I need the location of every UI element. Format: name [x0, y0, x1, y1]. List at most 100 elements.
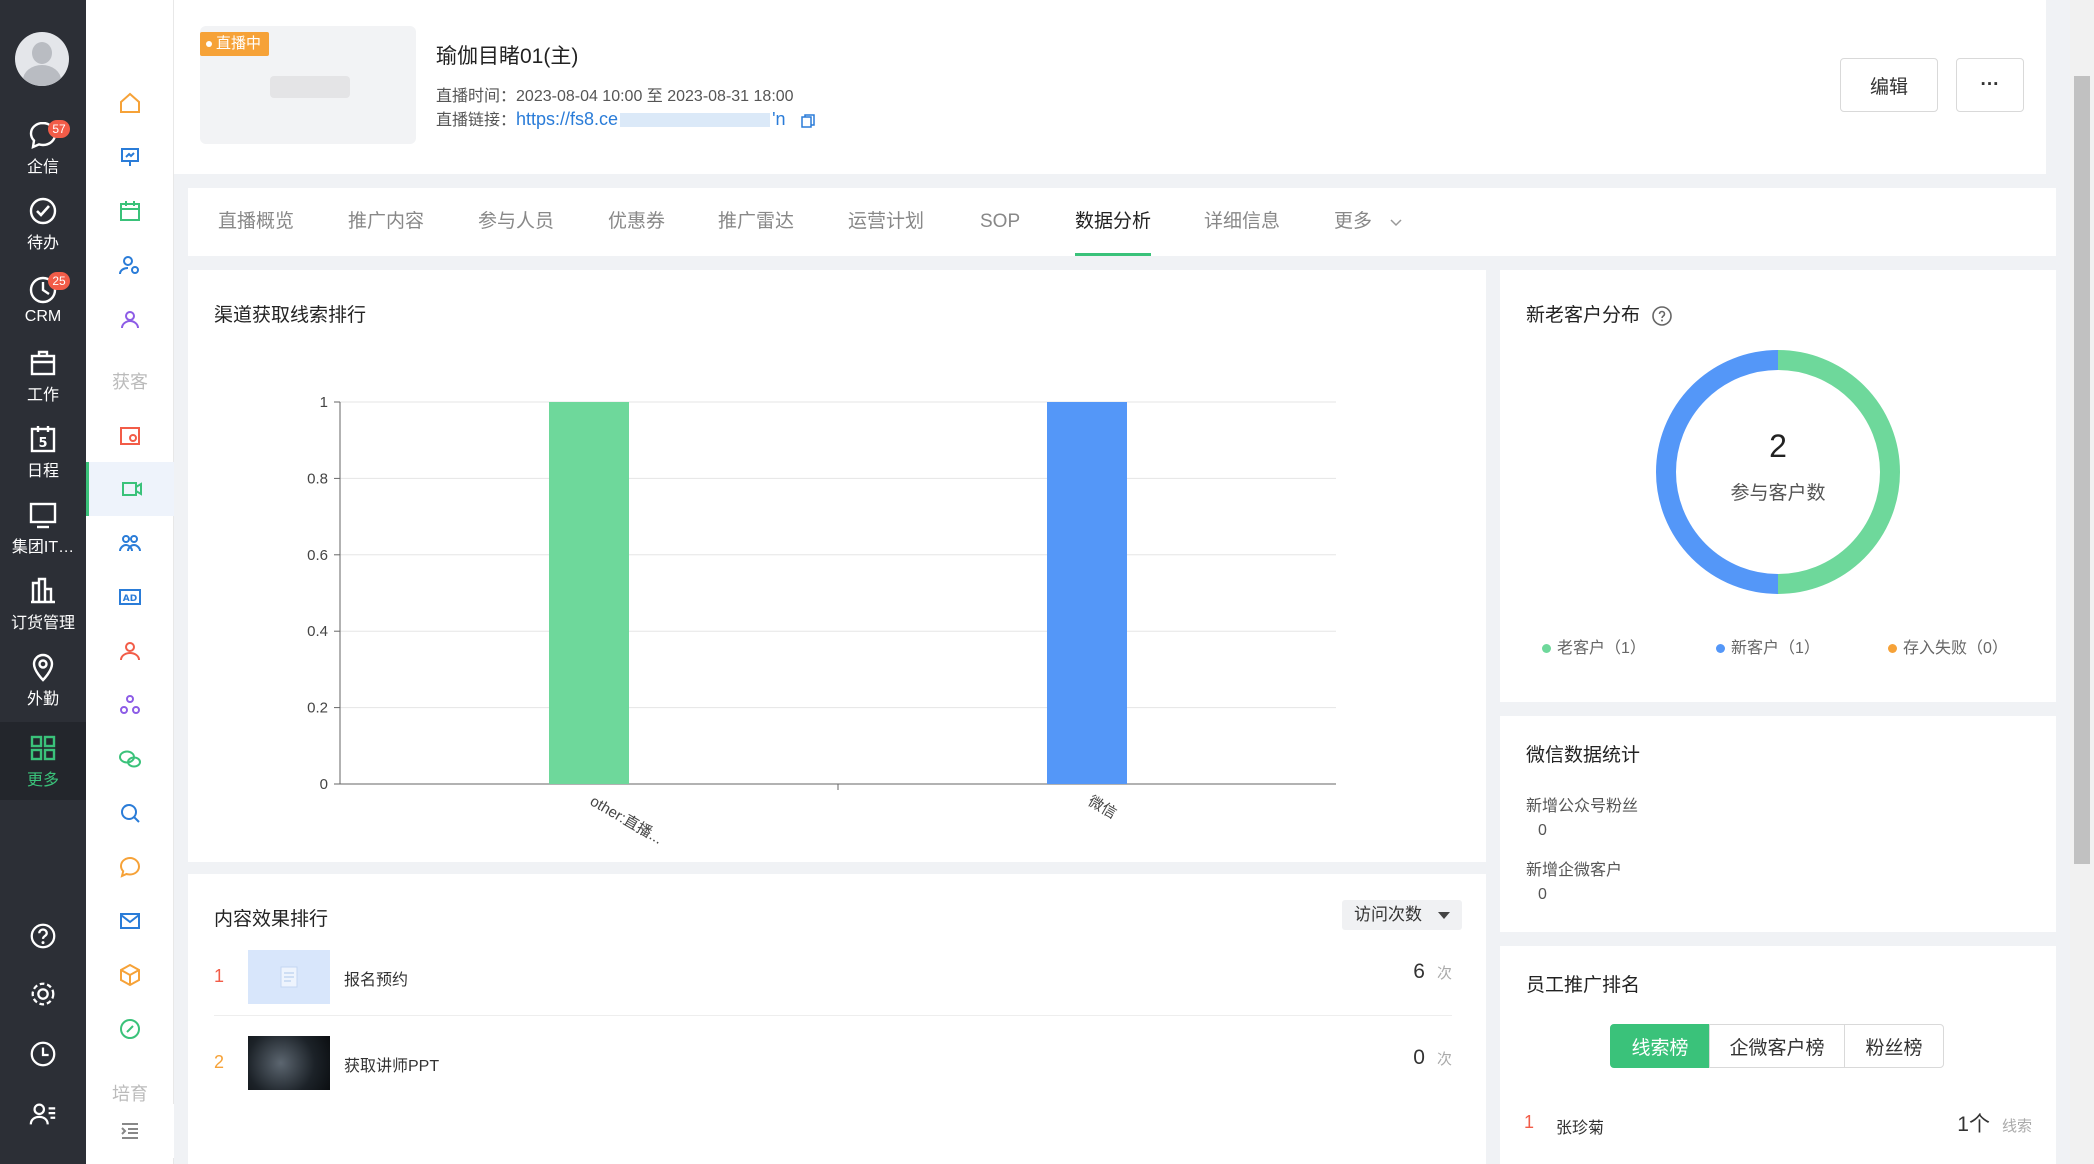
subnav-team[interactable] [86, 516, 174, 570]
staff-ranking-card: 员工推广排名 线索榜 企微客户榜 粉丝榜 1 张珍菊 1个 线索 [1500, 946, 2056, 1164]
y-tick-label: 0.8 [307, 470, 328, 487]
table-row[interactable]: 2 获取讲师PPT 0次 [214, 1022, 1452, 1096]
subnav-contacts[interactable] [86, 624, 174, 678]
check-circle-icon [29, 197, 57, 225]
tab-more[interactable]: 更多 [1334, 188, 1403, 256]
team-icon [119, 535, 141, 552]
tab-promo-content[interactable]: 推广内容 [348, 188, 424, 256]
contacts-button[interactable] [0, 1086, 86, 1142]
tab-ops-plan[interactable]: 运营计划 [848, 188, 924, 256]
channel-bar-chart: 0 0.2 0.4 0.6 0.8 1 other:直播... 微信 [307, 394, 1336, 848]
subnav-board[interactable] [86, 130, 174, 184]
stat-value: 0 [1538, 886, 1547, 903]
nav-item-field[interactable]: 外勤 [0, 644, 86, 716]
document-icon [280, 966, 298, 988]
seg-wecom-customers[interactable]: 企微客户榜 [1709, 1024, 1845, 1068]
more-actions-button[interactable]: ··· [1956, 58, 2024, 112]
home-icon [120, 92, 140, 113]
legend-new-customer[interactable]: 新客户（1） [1716, 634, 1820, 658]
legend-failed[interactable]: 存入失败（0） [1888, 634, 2008, 658]
main-nav: 企信 57 待办 CRM 25 工作 5 日程 集团IT… 订货管理 外勤 更多 [0, 0, 86, 1164]
live-time: 直播时间：2023-08-04 10:00 至 2023-08-31 18:00 [436, 88, 794, 105]
subnav-network[interactable] [86, 678, 174, 732]
briefcase-icon [30, 350, 56, 376]
subnav-collapse[interactable] [86, 1104, 174, 1158]
cube-icon [120, 963, 140, 987]
help-button[interactable] [0, 908, 86, 964]
nav-item-more[interactable]: 更多 [0, 722, 86, 800]
card-title: 员工推广排名 [1526, 975, 1641, 996]
nav-item-crm[interactable]: CRM 25 [0, 264, 86, 336]
collapse-menu-icon [121, 1123, 138, 1139]
tab-promo-radar[interactable]: 推广雷达 [718, 188, 794, 256]
bar [549, 402, 629, 784]
tab-coupons[interactable]: 优惠券 [608, 188, 665, 256]
calendar-icon [120, 201, 140, 221]
wechat-icon [119, 750, 141, 768]
nav-badge: 57 [48, 120, 70, 138]
scrollbar-thumb[interactable] [2074, 76, 2090, 864]
tab-details[interactable]: 详细信息 [1204, 188, 1280, 256]
subnav-section-label-2: 培育 [112, 1084, 148, 1104]
ad-icon: AD [119, 589, 141, 605]
clock-icon [30, 1041, 56, 1067]
history-button[interactable] [0, 1026, 86, 1082]
subnav-comment[interactable] [86, 840, 174, 894]
nav-item-orders[interactable]: 订货管理 [0, 568, 86, 640]
tab-sop[interactable]: SOP [980, 188, 1020, 256]
wechat-stats-card: 微信数据统计 新增公众号粉丝 0 新增企微客户 0 [1500, 716, 2056, 932]
nav-item-work[interactable]: 工作 [0, 340, 86, 412]
table-row[interactable]: 1 报名预约 6次 [214, 942, 1452, 1016]
subnav-calendar[interactable] [86, 184, 174, 238]
subnav-ad[interactable]: AD [86, 570, 174, 624]
gear-icon [31, 982, 55, 1006]
nav-item-todo[interactable]: 待办 [0, 188, 86, 260]
live-title: 瑜伽目睹01(主) [436, 45, 579, 68]
y-tick-label: 0.4 [307, 623, 328, 640]
mail-icon [120, 913, 140, 929]
subnav-user-add[interactable] [86, 238, 174, 292]
subnav-group[interactable] [86, 292, 174, 346]
edit-button[interactable]: 编辑 [1840, 58, 1938, 112]
user-list-icon [29, 1103, 56, 1125]
subnav-home[interactable] [86, 76, 174, 130]
settings-button[interactable] [0, 966, 86, 1022]
subnav-link[interactable] [86, 1002, 174, 1056]
avatar[interactable] [15, 32, 69, 86]
donut-slice[interactable] [1656, 350, 1779, 594]
x-tick-label: 微信 [1085, 793, 1119, 823]
sort-select[interactable]: 访问次数 [1342, 900, 1462, 930]
legend-old-customer[interactable]: 老客户（1） [1542, 634, 1646, 658]
copy-icon[interactable] [800, 113, 816, 129]
stat-value: 0 [1538, 822, 1547, 839]
subnav-search-chat[interactable] [86, 786, 174, 840]
nav-item-group-it[interactable]: 集团IT… [0, 492, 86, 564]
video-icon [121, 482, 142, 496]
customer-distribution-card: 新老客户分布 2 参与客户数 老客户（1） 新客户（1） 存入失败（0） [1500, 270, 2056, 702]
stat-label: 新增公众号粉丝 [1526, 798, 1639, 815]
user-settings-icon [119, 256, 139, 275]
tab-participants[interactable]: 参与人员 [478, 188, 554, 256]
live-link-url[interactable]: https://fs8.ce'n [516, 109, 786, 129]
chart-bars-icon [31, 577, 55, 604]
subnav-wechat[interactable] [86, 732, 174, 786]
tab-data-analysis[interactable]: 数据分析 [1075, 188, 1152, 256]
channel-leads-card: 渠道获取线索排行 0 0.2 0.4 0.6 0.8 1 other:直播... 微信 [188, 270, 1486, 862]
donut-center-value: 2 [1769, 428, 1787, 464]
y-tick-label: 0.6 [307, 547, 328, 564]
users-icon [120, 642, 140, 661]
nav-item-messages[interactable]: 企信 57 [0, 112, 86, 184]
nav-item-schedule[interactable]: 5 日程 [0, 416, 86, 488]
tab-overview[interactable]: 直播概览 [218, 188, 294, 256]
donut-slice[interactable] [1777, 350, 1900, 594]
seg-fans[interactable]: 粉丝榜 [1844, 1024, 1944, 1068]
subnav-mail[interactable] [86, 894, 174, 948]
subnav-event[interactable] [86, 408, 174, 462]
list-item[interactable]: 1 张珍菊 1个 线索 [1524, 1106, 2032, 1146]
network-icon [120, 695, 140, 714]
grid-icon [30, 735, 56, 761]
subnav-live[interactable] [86, 462, 174, 516]
subnav-cube[interactable] [86, 948, 174, 1002]
comment-icon [119, 856, 141, 878]
seg-leads[interactable]: 线索榜 [1610, 1024, 1710, 1068]
